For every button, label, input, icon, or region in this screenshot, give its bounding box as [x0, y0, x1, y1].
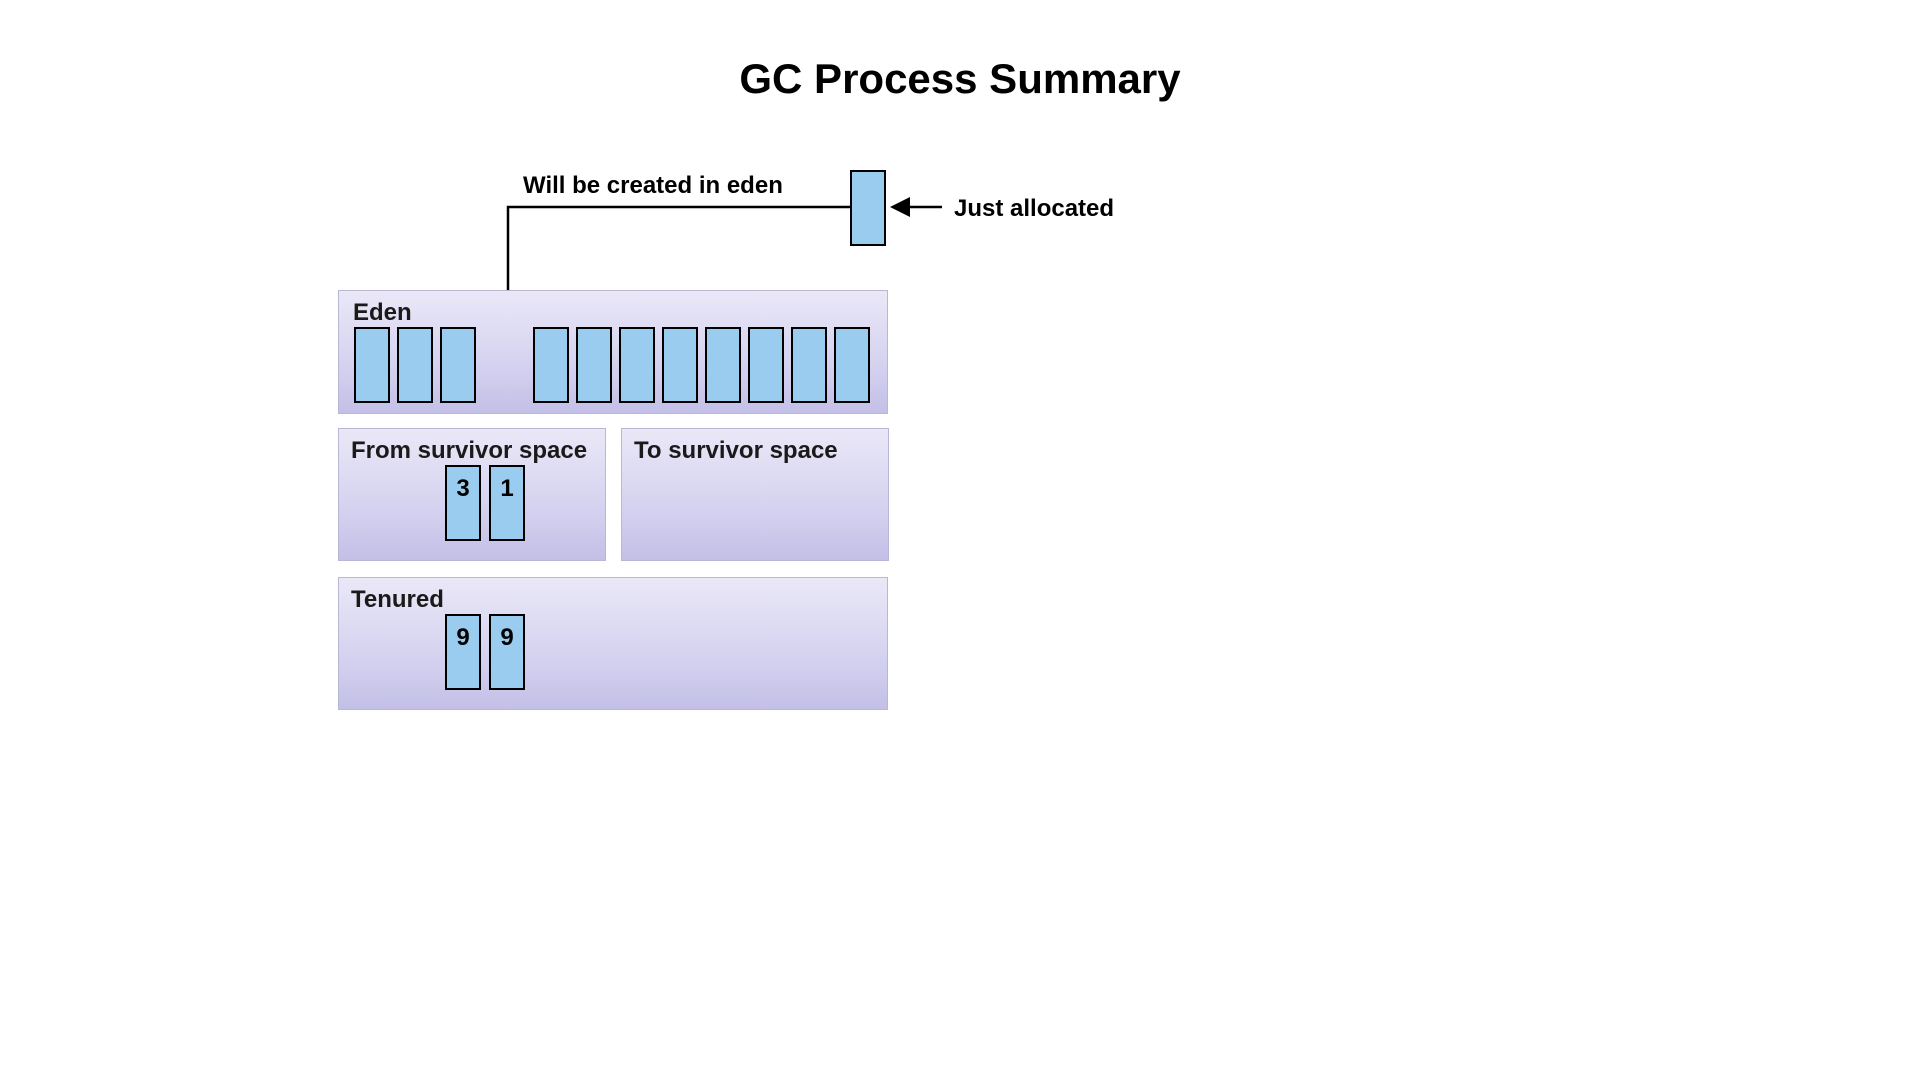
eden-object [397, 327, 433, 403]
eden-object [440, 327, 476, 403]
eden-object [533, 327, 569, 403]
caption-created-in-eden: Will be created in eden [523, 172, 783, 200]
region-tenured-label: Tenured [351, 586, 444, 614]
arrows-svg [0, 0, 1920, 1080]
from-object: 3 [445, 465, 481, 541]
tenured-object: 9 [445, 614, 481, 690]
from-object: 1 [489, 465, 525, 541]
diagram-stage: GC Process Summary Will be created in ed… [0, 0, 1920, 1080]
tenured-object: 9 [489, 614, 525, 690]
eden-object [619, 327, 655, 403]
region-to-label: To survivor space [634, 437, 838, 465]
eden-object [705, 327, 741, 403]
eden-object [748, 327, 784, 403]
eden-object [791, 327, 827, 403]
caption-just-allocated: Just allocated [954, 195, 1114, 223]
page-title: GC Process Summary [0, 55, 1920, 103]
object-allocated [850, 170, 886, 246]
eden-object [834, 327, 870, 403]
region-from-label: From survivor space [351, 437, 587, 465]
eden-object [662, 327, 698, 403]
eden-object [354, 327, 390, 403]
region-to-survivor: To survivor space [621, 428, 889, 561]
eden-object [576, 327, 612, 403]
region-tenured: Tenured [338, 577, 888, 710]
region-eden-label: Eden [353, 299, 412, 327]
